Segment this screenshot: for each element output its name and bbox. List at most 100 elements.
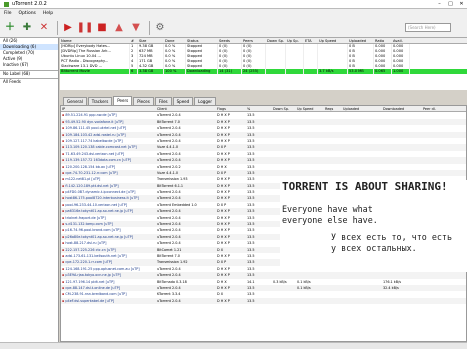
flag-icon: ▪ bbox=[62, 215, 66, 220]
peer-cell bbox=[382, 298, 422, 304]
app-icon bbox=[4, 1, 9, 7]
detail-tabs: General Trackers Peers Pieces Files Speed Logg… bbox=[60, 96, 467, 105]
up-icon[interactable]: ▲ bbox=[112, 21, 126, 35]
column-header[interactable]: Uploaded bbox=[348, 38, 374, 43]
tab-speed[interactable]: Speed bbox=[172, 97, 194, 105]
column-header[interactable]: Size bbox=[138, 38, 164, 43]
column-header[interactable]: Peer dl. bbox=[422, 106, 462, 111]
torrent-cell: 24 (255) bbox=[242, 69, 266, 74]
column-header[interactable]: Downloaded bbox=[382, 106, 422, 111]
column-header[interactable]: # bbox=[130, 38, 138, 43]
column-header[interactable]: Client bbox=[156, 106, 216, 111]
flag-icon: ▪ bbox=[62, 285, 66, 290]
torrent-list: Name # Size Done Status Seeds Peers Down Sp. Up … bbox=[60, 38, 467, 90]
flag-icon: ▪ bbox=[62, 273, 66, 278]
column-header[interactable]: IP bbox=[61, 106, 156, 111]
create-torrent-icon[interactable]: ✚ bbox=[20, 21, 34, 35]
column-header[interactable]: Done bbox=[164, 38, 186, 43]
overlay-ru-line-2: у всех остальных. bbox=[331, 243, 417, 253]
flag-icon: ▪ bbox=[62, 183, 66, 188]
column-header[interactable]: Down Sp. bbox=[272, 106, 296, 111]
flag-icon: ▪ bbox=[62, 177, 66, 182]
peer-cell bbox=[296, 298, 324, 304]
tab-files[interactable]: Files bbox=[154, 97, 172, 105]
flag-icon: ▪ bbox=[62, 119, 66, 124]
column-header[interactable]: Down Sp. bbox=[266, 38, 286, 43]
sidebar-item[interactable]: All Feeds bbox=[0, 78, 58, 84]
flag-icon: ▪ bbox=[62, 132, 66, 137]
column-header[interactable]: Up Speed bbox=[296, 106, 324, 111]
peer-cell: uTorrent 2.0.4 bbox=[157, 298, 181, 303]
start-icon[interactable]: ▶ bbox=[61, 21, 75, 35]
toolbar: ＋ ✚ ✕ ▶ ❚❚ ■ ▲ ▼ ⚙ (Search Here) bbox=[0, 18, 467, 38]
window-controls: – □ ✕ bbox=[434, 1, 467, 7]
tab-peers[interactable]: Peers bbox=[113, 96, 133, 105]
minimize-icon[interactable]: – bbox=[434, 1, 445, 7]
title-bar: uTorrent 2.0.2 – □ ✕ bbox=[0, 0, 467, 9]
torrent-row[interactable]: Bittorrent Movie 6 3.38 GB 100 % Downloading… bbox=[60, 69, 467, 74]
peer-cell: 13.5 bbox=[247, 298, 255, 303]
down-icon[interactable]: ▼ bbox=[129, 21, 143, 35]
menu-file[interactable]: File bbox=[4, 11, 12, 16]
peer-cell bbox=[422, 298, 462, 304]
flag-icon: ▪ bbox=[62, 126, 66, 131]
column-header[interactable]: Seeds bbox=[218, 38, 242, 43]
column-header[interactable]: Uploaded bbox=[342, 106, 382, 111]
sidebar-item[interactable]: No Label (68) bbox=[0, 70, 58, 76]
add-torrent-icon[interactable]: ＋ bbox=[3, 21, 17, 35]
tab-pieces[interactable]: Pieces bbox=[133, 97, 154, 105]
flag-icon: ▪ bbox=[62, 279, 66, 284]
column-header[interactable]: ETA bbox=[304, 38, 318, 43]
column-header[interactable]: Reqs bbox=[324, 106, 342, 111]
column-header[interactable]: Status bbox=[186, 38, 218, 43]
torrent-cell: 14 (31) bbox=[218, 69, 242, 74]
overlay-ru-line-1: У всех есть то, что есть bbox=[331, 232, 453, 242]
flag-icon: ▪ bbox=[62, 222, 66, 227]
column-header[interactable]: Name bbox=[60, 38, 130, 43]
search-input[interactable]: (Search Here) bbox=[405, 23, 451, 32]
torrent-cell: 53.0 MB bbox=[348, 69, 374, 74]
flag-icon: ▪ bbox=[62, 113, 66, 118]
torrent-cell: 1.000 bbox=[392, 69, 410, 74]
peer-row[interactable]: ▪ p4eF.dsl.superkabel.de [uTP] uTorrent 2… bbox=[61, 297, 466, 305]
column-header[interactable]: Flags bbox=[216, 106, 246, 111]
column-header[interactable]: Up Speed bbox=[318, 38, 348, 43]
tab-general[interactable]: General bbox=[63, 97, 87, 105]
flag-icon: ▪ bbox=[62, 170, 66, 175]
toolbar-separator bbox=[149, 20, 150, 35]
column-header[interactable]: Peers bbox=[242, 38, 266, 43]
peer-cell bbox=[324, 298, 342, 304]
tab-logger[interactable]: Logger bbox=[194, 97, 216, 105]
column-header[interactable]: Avail. bbox=[392, 38, 410, 43]
sidebar-item[interactable]: Inactive (67) bbox=[0, 62, 58, 68]
flag-icon: ▪ bbox=[62, 253, 66, 258]
close-icon[interactable]: ✕ bbox=[456, 1, 467, 7]
column-header[interactable]: Ratio bbox=[374, 38, 392, 43]
peer-cell: D H X P bbox=[217, 298, 230, 303]
remove-icon[interactable]: ✕ bbox=[37, 21, 51, 35]
overlay-heading: TORRENT IS ABOUT SHARING! bbox=[282, 180, 448, 193]
menu-options[interactable]: Options bbox=[19, 11, 36, 16]
flag-icon: ▪ bbox=[62, 145, 66, 150]
menu-help[interactable]: Help bbox=[43, 11, 53, 16]
flag-icon: ▪ bbox=[62, 266, 66, 271]
flag-icon: ▪ bbox=[62, 292, 66, 297]
flag-icon: ▪ bbox=[62, 209, 66, 214]
settings-icon[interactable]: ⚙ bbox=[153, 21, 167, 35]
pause-icon[interactable]: ❚❚ bbox=[77, 21, 94, 35]
flag-icon: ▪ bbox=[62, 196, 66, 201]
flag-icon: ▪ bbox=[62, 234, 66, 239]
flag-icon: ▪ bbox=[62, 202, 66, 207]
maximize-icon[interactable]: □ bbox=[445, 1, 456, 7]
torrent-cell: 100 % bbox=[164, 69, 186, 74]
peer-cell bbox=[272, 298, 296, 304]
flag-icon: ▪ bbox=[62, 298, 66, 303]
column-header[interactable]: Up Sp. bbox=[286, 38, 304, 43]
peer-cell: ▪ p4eF.dsl.superkabel.de [uTP] bbox=[62, 298, 115, 303]
column-header[interactable]: % bbox=[246, 106, 272, 111]
stop-icon[interactable]: ■ bbox=[95, 21, 109, 35]
tab-trackers[interactable]: Trackers bbox=[87, 97, 113, 105]
peer-cell bbox=[342, 298, 382, 304]
overlay-en-line-1: Everyone have what bbox=[282, 204, 373, 214]
flag-icon: ▪ bbox=[62, 260, 66, 265]
